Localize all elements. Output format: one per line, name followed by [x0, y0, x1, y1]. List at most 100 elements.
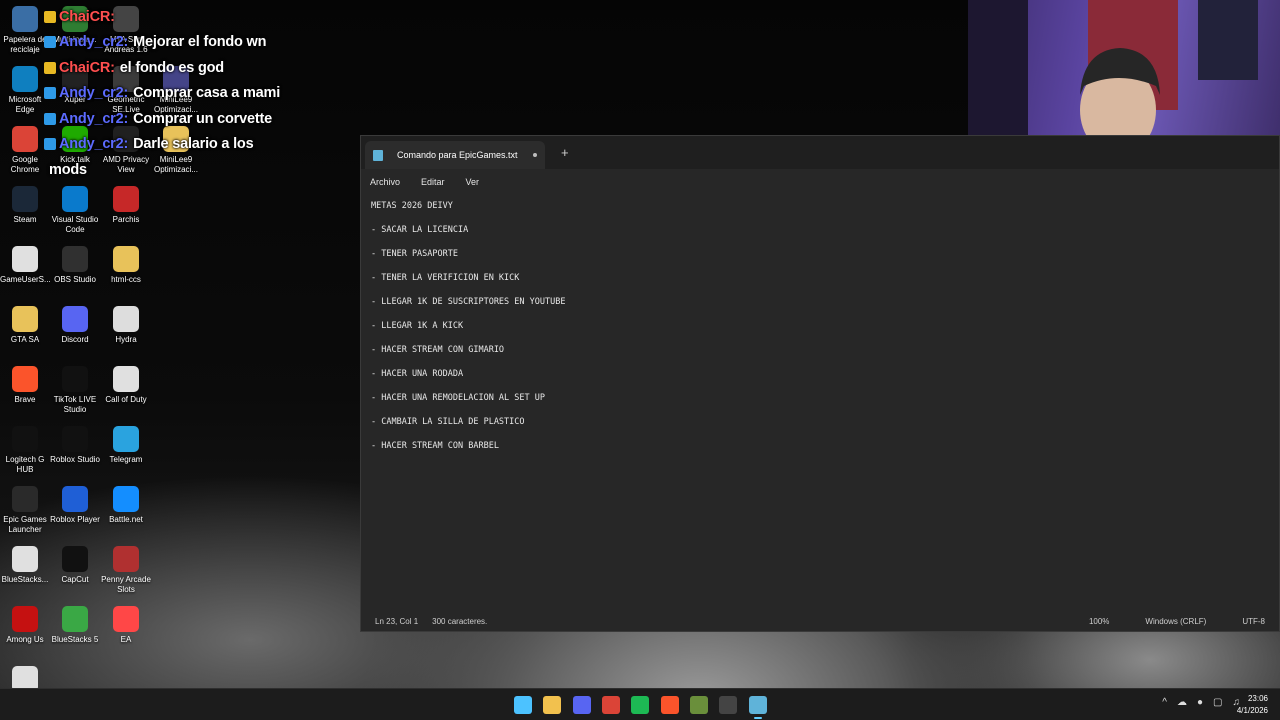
- desktop-icon[interactable]: Battle.net: [101, 486, 151, 525]
- telegram-icon: [113, 426, 139, 452]
- desktop-icon[interactable]: EA: [101, 606, 151, 645]
- desktop-icon-label: Telegram: [109, 455, 143, 464]
- desktop-icon[interactable]: Logitech G HUB: [0, 426, 50, 475]
- chat-message: Andy_cr2: Comprar un corvette: [44, 106, 344, 132]
- desktop-icon[interactable]: CapCut: [50, 546, 100, 585]
- start-button[interactable]: [514, 696, 532, 714]
- desktop-icon-label: Discord: [61, 335, 89, 344]
- desktop-icon[interactable]: Brave: [0, 366, 50, 405]
- tiktok-icon: [62, 366, 88, 392]
- logitech-icon: [12, 426, 38, 452]
- recycle-bin-icon: [12, 6, 38, 32]
- desktop-icon[interactable]: Among Us: [0, 606, 50, 645]
- text-line: - HACER STREAM CON BARBEL: [371, 441, 499, 451]
- obs-icon[interactable]: [719, 696, 737, 714]
- chat-badge-icon: [44, 138, 56, 151]
- status-bar: Ln 23, Col 1 300 caracteres. 100% Window…: [361, 611, 1279, 631]
- clock[interactable]: 23:06 4/1/2026: [1237, 693, 1268, 717]
- display-icon[interactable]: ▢: [1213, 697, 1222, 708]
- chat-username: Andy_cr2:: [59, 85, 129, 102]
- tab-document[interactable]: Comando para EpicGames.txt: [365, 141, 545, 169]
- encoding[interactable]: UTF-8: [1242, 617, 1265, 626]
- desktop-icon[interactable]: GameUserS...: [0, 246, 51, 285]
- hydra-icon: [113, 306, 139, 332]
- desktop-icon[interactable]: Discord: [50, 306, 100, 345]
- desktop-icon[interactable]: Telegram: [101, 426, 151, 465]
- roblox-icon: [62, 486, 88, 512]
- parchis-icon: [113, 186, 139, 212]
- text-line: METAS 2026 DEIVY: [371, 201, 453, 211]
- desktop-icon[interactable]: Google Chrome: [0, 126, 50, 175]
- chat-text: Comprar un corvette: [133, 110, 272, 127]
- desktop-icon-label: Battle.net: [109, 515, 143, 524]
- desktop-icon-label: GTA SA: [10, 335, 40, 344]
- chat-message: ChaiCR: el fondo es god: [44, 55, 344, 81]
- desktop-icon[interactable]: Call of Duty: [101, 366, 151, 405]
- battlenet-icon: [113, 486, 139, 512]
- desktop-icon[interactable]: Papelera de reciclaje: [0, 6, 50, 55]
- slots-icon: [113, 546, 139, 572]
- minecraft-icon[interactable]: [690, 696, 708, 714]
- text-line: - TENER LA VERIFICION EN KICK: [371, 273, 520, 283]
- text-line: - CAMBAIR LA SILLA DE PLASTICO: [371, 417, 525, 427]
- desktop-icon-label: CapCut: [61, 575, 89, 584]
- desktop-icon[interactable]: BlueStacks 5: [50, 606, 100, 645]
- menu-archivo[interactable]: Archivo: [370, 177, 400, 187]
- brave-icon[interactable]: [661, 696, 679, 714]
- chat-badge-icon: [44, 36, 56, 49]
- microphone-icon[interactable]: ●: [1197, 697, 1203, 708]
- chat-text: Mejorar el fondo wn: [133, 34, 267, 51]
- desktop-icon-label: Microsoft Edge: [8, 95, 42, 114]
- menu-ver[interactable]: Ver: [466, 177, 480, 187]
- chat-message: Andy_cr2: Darle salario a los: [44, 132, 344, 158]
- chat-badge-icon: [44, 112, 56, 125]
- chevron-up-icon[interactable]: ^: [1162, 697, 1167, 708]
- chat-message: Andy_cr2: Mejorar el fondo wn: [44, 30, 344, 56]
- ea-icon: [113, 606, 139, 632]
- text-line: - LLEGAR 1K A KICK: [371, 321, 464, 331]
- chrome-icon[interactable]: [602, 696, 620, 714]
- desktop-icon[interactable]: OBS Studio: [50, 246, 100, 285]
- desktop-icon[interactable]: Steam: [0, 186, 50, 225]
- discord-icon[interactable]: [573, 696, 591, 714]
- obs-icon: [62, 246, 88, 272]
- new-tab-button[interactable]: +: [561, 145, 569, 160]
- discord-icon: [62, 306, 88, 332]
- desktop-icon-label: html-ccs: [111, 275, 141, 284]
- folder-icon: [113, 246, 139, 272]
- desktop-icon[interactable]: Penny Arcade Slots: [101, 546, 151, 595]
- brave-icon: [12, 366, 38, 392]
- desktop-icon-label: Among Us: [6, 635, 44, 644]
- menu-editar[interactable]: Editar: [421, 177, 445, 187]
- notepad-icon[interactable]: [749, 696, 767, 719]
- desktop-icon[interactable]: Microsoft Edge: [0, 66, 50, 115]
- chat-username: ChaiCR:: [59, 59, 115, 76]
- desktop-icon-label: Steam: [13, 215, 37, 224]
- desktop-icon[interactable]: GTA SA: [0, 306, 50, 345]
- file-explorer-icon[interactable]: [543, 696, 561, 714]
- chat-badge-icon: [44, 61, 56, 74]
- clock-time: 23:06: [1247, 694, 1268, 703]
- desktop-icon[interactable]: BlueStacks...: [0, 546, 50, 585]
- desktop-icon[interactable]: TikTok LIVE Studio: [50, 366, 100, 415]
- text-editor-area[interactable]: METAS 2026 DEIVY - SACAR LA LICENCIA - TEN…: [361, 195, 1279, 611]
- desktop-icon[interactable]: Roblox Player: [50, 486, 100, 525]
- desktop-icon-label: Epic Games Launcher: [3, 515, 47, 534]
- roblox-studio-icon: [62, 426, 88, 452]
- spotify-icon[interactable]: [631, 696, 649, 714]
- desktop-icon[interactable]: Epic Games Launcher: [0, 486, 50, 535]
- desktop-icon[interactable]: Visual Studio Code: [50, 186, 100, 235]
- chat-username: Andy_cr2:: [59, 110, 129, 127]
- desktop-icon[interactable]: Parchis: [101, 186, 151, 225]
- unsaved-dot-icon[interactable]: [533, 153, 537, 157]
- epic-games-icon: [12, 486, 38, 512]
- line-ending[interactable]: Windows (CRLF): [1145, 617, 1206, 626]
- desktop-icon[interactable]: Roblox Studio: [50, 426, 100, 465]
- chat-text: Comprar casa a mami: [133, 85, 281, 102]
- zoom-level[interactable]: 100%: [1089, 617, 1109, 626]
- network-icon[interactable]: ☁: [1177, 697, 1187, 708]
- text-line: - HACER STREAM CON GIMARIO: [371, 345, 505, 355]
- desktop-icon[interactable]: Hydra: [101, 306, 151, 345]
- desktop-icon-label: Visual Studio Code: [51, 215, 99, 234]
- desktop-icon[interactable]: html-ccs: [101, 246, 151, 285]
